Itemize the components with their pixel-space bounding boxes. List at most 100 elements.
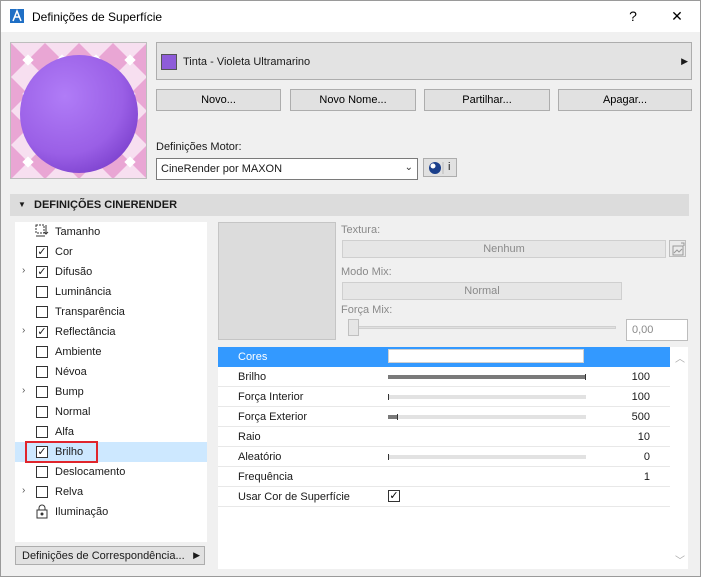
param-label: Usar Cor de Superfície [238, 491, 350, 503]
channel-item-reflectancia[interactable]: › ✓ Reflectância [15, 322, 207, 342]
mix-force-slider-handle[interactable] [348, 319, 359, 336]
channel-item-ambiente[interactable]: Ambiente [15, 342, 207, 362]
channel-label: Reflectância [55, 326, 116, 338]
cinerender-section-header[interactable]: ▼ DEFINIÇÕES CINERENDER [10, 194, 689, 216]
collapse-caret-icon: ▼ [18, 200, 26, 209]
cinema4d-icon [429, 162, 444, 174]
channel-item-alfa[interactable]: Alfa [15, 422, 207, 442]
channel-item-transparencia[interactable]: Transparência [15, 302, 207, 322]
material-name: Tinta - Violeta Ultramarino [183, 56, 311, 68]
channel-label: Tamanho [55, 226, 101, 238]
title-bar: Definições de Superfície ? ✕ [1, 1, 700, 32]
channel-checkbox[interactable] [36, 486, 48, 498]
expand-chevron-icon[interactable]: › [22, 385, 25, 396]
channel-item-nevoa[interactable]: Névoa [15, 362, 207, 382]
texture-browse-icon[interactable] [669, 240, 686, 257]
param-checkbox[interactable]: ✓ [388, 490, 400, 502]
param-row-usar-cor[interactable]: Usar Cor de Superfície ✓ [218, 487, 670, 507]
channel-label: Ambiente [55, 346, 102, 358]
param-value[interactable]: 100 [632, 371, 650, 383]
mix-mode-field[interactable]: Normal [342, 282, 622, 300]
preview-sphere-icon [11, 43, 146, 178]
param-slider[interactable] [388, 394, 586, 400]
texture-preview [218, 222, 336, 340]
channel-item-deslocamento[interactable]: Deslocamento [15, 462, 207, 482]
channel-checkbox[interactable]: ✓ [36, 326, 48, 338]
material-selector[interactable]: Tinta - Violeta Ultramarino ▶ [156, 42, 692, 80]
color-picker-field[interactable] [388, 349, 584, 363]
new-name-button[interactable]: Novo Nome... [290, 89, 416, 111]
engine-selected: CineRender por MAXON [161, 163, 283, 175]
channel-item-luminancia[interactable]: Luminância [15, 282, 207, 302]
scroll-up-icon[interactable]: ︿ [675, 350, 685, 365]
param-row-cores[interactable]: Cores [218, 347, 670, 367]
channel-checkbox[interactable] [36, 386, 48, 398]
chevron-right-icon: ▶ [681, 56, 688, 66]
help-button[interactable]: ? [618, 5, 648, 27]
param-value[interactable]: 0 [644, 451, 650, 463]
engine-select[interactable]: CineRender por MAXON ⌄ [156, 158, 418, 180]
mix-force-input[interactable]: 0,00 [626, 319, 688, 341]
new-button[interactable]: Novo... [156, 89, 281, 111]
mapping-settings-label: Definições de Correspondência... [22, 550, 185, 562]
expand-chevron-icon[interactable]: › [22, 265, 25, 276]
channel-item-iluminacao[interactable]: Iluminação [15, 502, 207, 522]
channel-item-difusao[interactable]: › ✓ Difusão [15, 262, 207, 282]
channel-label: Iluminação [55, 506, 109, 518]
channel-label: Transparência [55, 306, 125, 318]
section-title: DEFINIÇÕES CINERENDER [34, 199, 178, 211]
material-color-swatch [161, 54, 177, 70]
param-slider[interactable] [388, 374, 586, 380]
channel-label: Relva [55, 486, 84, 498]
param-value[interactable]: 100 [632, 391, 650, 403]
param-row-raio[interactable]: Raio 10 [218, 427, 670, 447]
channel-checkbox[interactable] [36, 406, 48, 418]
share-button[interactable]: Partilhar... [424, 89, 550, 111]
channel-item-bump[interactable]: › Bump [15, 382, 207, 402]
engine-info-button[interactable]: i [423, 158, 457, 177]
chevron-right-icon: ▶ [193, 550, 200, 560]
delete-button[interactable]: Apagar... [558, 89, 692, 111]
param-row-brilho[interactable]: Brilho 100 [218, 367, 670, 387]
channel-checkbox[interactable] [36, 426, 48, 438]
expand-chevron-icon[interactable]: › [22, 325, 25, 336]
channel-label: Difusão [55, 266, 93, 278]
channel-item-tamanho[interactable]: Tamanho [15, 222, 207, 242]
param-row-forca-exterior[interactable]: Força Exterior 500 [218, 407, 670, 427]
param-label: Brilho [238, 371, 267, 383]
scroll-down-icon[interactable]: ﹀ [675, 552, 685, 567]
channel-label: Cor [55, 246, 73, 258]
channel-label: Luminância [55, 286, 112, 298]
surface-settings-dialog: Definições de Superfície ? ✕ Tinta - Vio… [0, 0, 701, 577]
channel-label: Normal [55, 406, 91, 418]
channel-checkbox[interactable] [36, 286, 48, 298]
mix-force-slider-track[interactable] [348, 326, 616, 329]
mix-mode-label: Modo Mix: [341, 266, 392, 278]
engine-label: Definições Motor: [156, 141, 242, 153]
param-label: Força Exterior [238, 411, 308, 423]
param-row-aleatorio[interactable]: Aleatório 0 [218, 447, 670, 467]
param-slider[interactable] [388, 454, 586, 460]
mapping-settings-button[interactable]: Definições de Correspondência... ▶ [15, 546, 205, 565]
channel-checkbox[interactable] [36, 346, 48, 358]
channel-checkbox[interactable] [36, 306, 48, 318]
texture-field[interactable]: Nenhum [342, 240, 666, 258]
channel-item-normal[interactable]: Normal [15, 402, 207, 422]
channel-label: Bump [55, 386, 84, 398]
size-icon [35, 224, 49, 237]
channel-checkbox[interactable]: ✓ [36, 246, 48, 258]
param-value[interactable]: 10 [638, 431, 650, 443]
channel-item-relva[interactable]: › Relva [15, 482, 207, 502]
channel-item-cor[interactable]: ✓ Cor [15, 242, 207, 262]
channel-checkbox[interactable]: ✓ [36, 266, 48, 278]
param-value[interactable]: 1 [644, 471, 650, 483]
expand-chevron-icon[interactable]: › [22, 485, 25, 496]
param-slider[interactable] [388, 414, 586, 420]
param-row-forca-interior[interactable]: Força Interior 100 [218, 387, 670, 407]
close-button[interactable]: ✕ [662, 5, 692, 27]
material-preview [10, 42, 147, 179]
param-row-frequencia[interactable]: Frequência 1 [218, 467, 670, 487]
param-value[interactable]: 500 [632, 411, 650, 423]
channel-checkbox[interactable] [36, 366, 48, 378]
channel-checkbox[interactable] [36, 466, 48, 478]
